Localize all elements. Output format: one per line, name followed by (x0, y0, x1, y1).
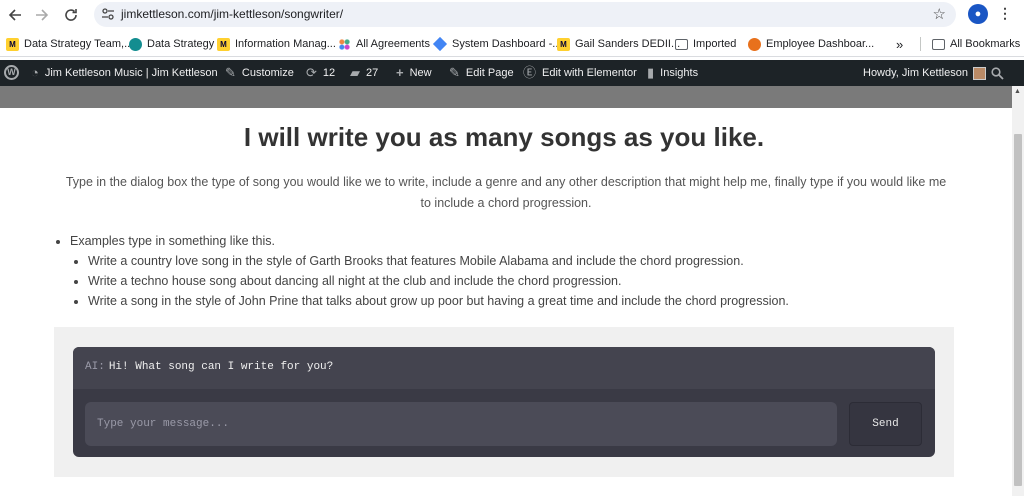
bookmark-item[interactable]: M Data Strategy Team,... (6, 36, 133, 52)
greeting-label: Howdy, Jim Kettleson (863, 67, 968, 79)
wp-comments-link[interactable]: ▰ 27 (350, 66, 378, 80)
agreements-icon (338, 37, 351, 51)
ai-message-text: Hi! What song can I write for you? (108, 361, 334, 373)
send-button[interactable]: Send (849, 402, 922, 446)
forward-arrow-icon[interactable] (30, 3, 54, 27)
wp-edit-page-link[interactable]: ✎ Edit Page (449, 66, 514, 80)
all-bookmarks-label: All Bookmarks (950, 38, 1021, 50)
examples-list: Examples type in something like this. Wr… (70, 231, 970, 311)
wp-logo-button[interactable]: W (4, 64, 19, 80)
bookmark-item[interactable]: M Information Manag... (217, 36, 336, 52)
wordpress-icon: W (4, 64, 19, 80)
bookmark-label: All Agreements (356, 38, 430, 50)
bookmark-label: Imported (693, 38, 737, 50)
bookmark-label: Information Manag... (235, 38, 336, 50)
intro-paragraph: Type in the dialog box the type of song … (65, 175, 947, 210)
browser-toolbar: jimkettleson.com/jim-kettleson/songwrite… (0, 0, 1024, 30)
bookmark-star-icon[interactable]: ☆ (933, 5, 946, 23)
scroll-up-arrow-icon[interactable]: ▲ (1014, 88, 1021, 95)
bookmark-label: Data Strategy (147, 38, 215, 50)
wp-updates-link[interactable]: ⟳ 12 (306, 66, 335, 80)
bookmarks-bar: M Data Strategy Team,... Data Strategy M… (0, 30, 1024, 57)
scrollbar-thumb[interactable] (1014, 134, 1022, 486)
bookmark-item[interactable]: Data Strategy (129, 36, 214, 52)
updates-count: 12 (322, 67, 336, 79)
list-item: Write a country love song in the style o… (88, 251, 970, 271)
miro-icon: M (217, 37, 230, 51)
updates-icon: ⟳ (306, 65, 317, 80)
paintbrush-icon: ✎ (225, 65, 236, 80)
comment-bubble-icon: ▰ (350, 65, 360, 80)
wp-search-button[interactable] (991, 66, 1004, 80)
list-item: Write a techno house song about dancing … (88, 271, 970, 291)
edit-elementor-label: Edit with Elementor (542, 67, 637, 79)
url-text: jimkettleson.com/jim-kettleson/songwrite… (121, 7, 344, 21)
reload-icon[interactable] (59, 3, 83, 27)
folder-icon (932, 38, 945, 50)
wp-admin-bar: W ◔ Jim Kettleson Music | Jim Kettleson … (0, 60, 1024, 86)
address-bar[interactable]: jimkettleson.com/jim-kettleson/songwrite… (94, 2, 956, 27)
page-title: I will write you as many songs as you li… (243, 122, 765, 152)
ai-message: AI: Hi! What song can I write for you? (73, 347, 935, 389)
bookmark-label: System Dashboard -... (452, 38, 562, 50)
folder-icon (675, 38, 688, 50)
search-icon (991, 66, 1004, 80)
examples-heading-item: Examples type in something like this. Wr… (70, 231, 970, 311)
ai-prefix: AI: (85, 361, 105, 373)
chat-message-input[interactable] (85, 402, 837, 446)
bookmark-label: Data Strategy Team,... (24, 38, 134, 50)
comments-count: 27 (366, 67, 379, 79)
bookmarks-overflow-button[interactable]: » (896, 36, 903, 52)
all-bookmarks-button[interactable]: All Bookmarks (932, 36, 1020, 52)
bookmark-item[interactable]: System Dashboard -... (432, 36, 562, 52)
customize-label: Customize (241, 67, 294, 79)
user-avatar (972, 66, 986, 80)
chat-widget: AI:Hi! What song can I write for you? Se… (73, 347, 935, 457)
edit-page-label: Edit Page (465, 67, 514, 79)
new-label: New (409, 67, 432, 79)
chat-container: AI:Hi! What song can I write for you? Se… (54, 327, 954, 477)
site-settings-icon[interactable] (100, 6, 116, 22)
page-scrollbar[interactable]: ▲ (1012, 86, 1024, 496)
back-arrow-icon[interactable] (3, 3, 27, 27)
profile-avatar-icon[interactable]: ● (968, 4, 988, 24)
bookmark-item[interactable]: Imported (675, 36, 736, 52)
bookmark-label: Employee Dashboar... (766, 38, 875, 50)
orange-circle-icon (748, 37, 761, 51)
wp-insights-link[interactable]: ▮ Insights (647, 66, 698, 80)
bookmark-item[interactable]: All Agreements (338, 36, 430, 52)
bookmark-item[interactable]: Employee Dashboar... (748, 36, 874, 52)
miro-icon: M (6, 37, 19, 51)
wp-new-link[interactable]: + New (396, 66, 432, 80)
overflow-chevron-icon: » (896, 36, 904, 52)
pencil-icon: ✎ (449, 65, 460, 80)
header-band (0, 86, 1012, 108)
insights-label: Insights (660, 67, 699, 79)
examples-sublist: Write a country love song in the style o… (88, 251, 970, 311)
miro-icon: M (557, 37, 570, 51)
bookmark-item[interactable]: M Gail Sanders DEDII... (557, 36, 680, 52)
examples-heading: Examples type in something like this. (70, 234, 275, 248)
bookmark-label: Gail Sanders DEDII... (575, 38, 681, 50)
wp-customize-link[interactable]: ✎ Customize (225, 66, 294, 80)
wp-site-name-link[interactable]: ◔ Jim Kettleson Music | Jim Kettleson (31, 66, 218, 80)
wp-account-menu[interactable]: Howdy, Jim Kettleson (863, 66, 986, 80)
jira-icon (432, 36, 448, 52)
bar-chart-icon: ▮ (647, 65, 655, 80)
list-item: Write a song in the style of John Prine … (88, 291, 970, 311)
menu-kebab-icon[interactable]: ⋮ (998, 5, 1012, 22)
page-content: I will write you as many songs as you li… (0, 108, 1012, 496)
wp-edit-elementor-link[interactable]: Ⓔ Edit with Elementor (523, 66, 637, 80)
elementor-icon: Ⓔ (523, 65, 537, 80)
sharepoint-icon (129, 37, 142, 51)
bookmarks-divider (920, 37, 921, 51)
site-name-label: Jim Kettleson Music | Jim Kettleson (44, 67, 218, 79)
plus-icon: + (396, 65, 404, 80)
dashboard-icon: ◔ (31, 65, 39, 80)
